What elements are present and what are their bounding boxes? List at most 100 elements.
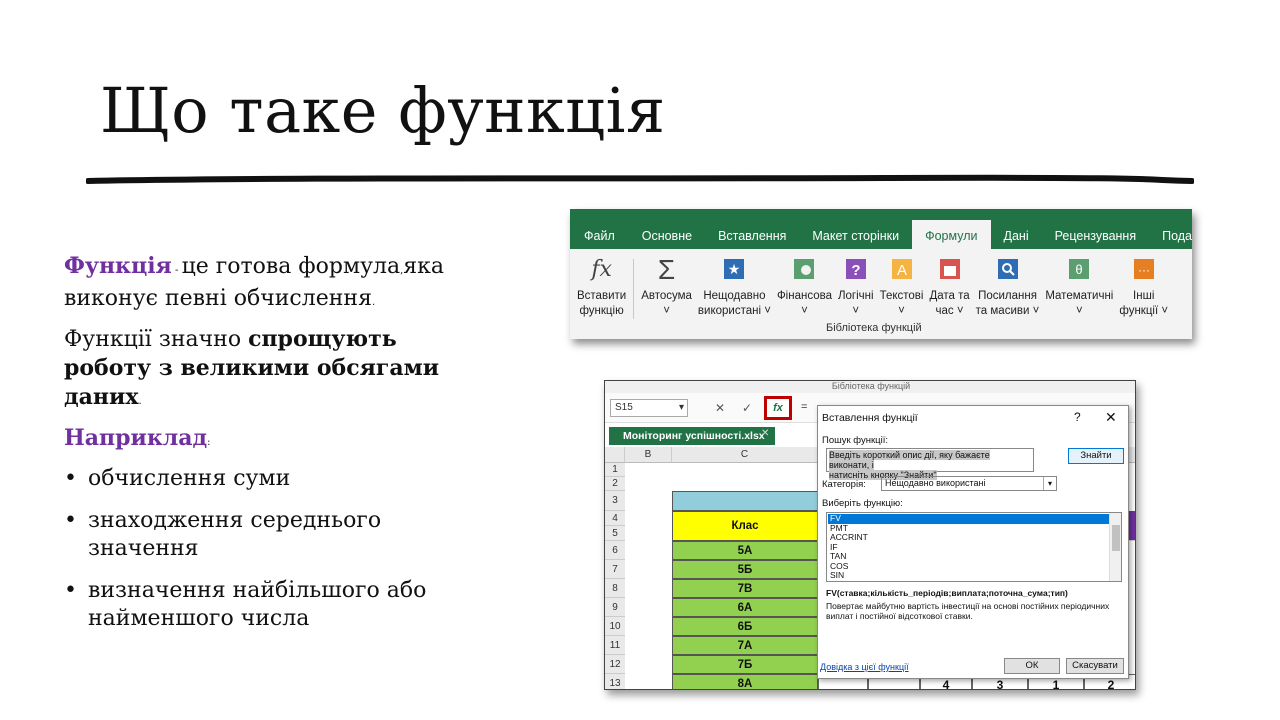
row-header[interactable]: 2 — [605, 477, 625, 491]
find-button[interactable]: Знайти — [1068, 448, 1124, 464]
autosum-icon: Σ — [657, 253, 676, 285]
excel-window: Бібліотека функцій S15 ▾ ✕ ✓ fx = Монітор… — [604, 380, 1136, 690]
scrollbar-thumb[interactable] — [1112, 525, 1120, 551]
list-item: визначення найбільшого або найменшого чи… — [64, 577, 484, 633]
text-icon: A — [890, 255, 914, 283]
category-label: Категорія: — [822, 479, 866, 490]
tab-insert[interactable]: Вставлення — [705, 229, 799, 249]
class-cell[interactable]: 7А — [672, 636, 818, 655]
svg-text:···: ··· — [1138, 263, 1150, 277]
class-cell[interactable]: 6А — [672, 598, 818, 617]
tab-formulas[interactable]: Формули — [912, 220, 991, 249]
slide-title: Що таке функція — [100, 74, 666, 147]
function-list[interactable]: FV PMT ACCRINT IF TAN COS SIN — [826, 512, 1122, 582]
function-description: Повертає майбутню вартість інвестиції на… — [826, 601, 1110, 621]
tab-page-layout[interactable]: Макет сторінки — [799, 229, 912, 249]
enter-entry-icon[interactable]: ✓ — [742, 401, 752, 415]
insert-function-icon[interactable]: fx — [764, 396, 792, 420]
close-icon[interactable]: ✕ — [761, 428, 769, 439]
list-item[interactable]: TAN — [828, 551, 1110, 562]
tab-home[interactable]: Основне — [629, 229, 705, 249]
tab-view[interactable]: Подання — [1149, 229, 1192, 249]
insert-function-button[interactable]: fx Вставити функцію — [574, 255, 629, 339]
name-box[interactable]: S15 ▾ — [610, 399, 688, 417]
math-button[interactable]: θ Математичні ˅ — [1042, 255, 1116, 339]
recent-functions-button[interactable]: ★ Нещодавно використані ˅ — [695, 255, 774, 339]
class-cell[interactable]: 5А — [672, 541, 818, 560]
list-item[interactable]: SIN — [828, 570, 1110, 581]
definition-paragraph: Функція - це готова формула,яка виконує … — [64, 253, 445, 311]
class-header[interactable]: Клас — [672, 511, 818, 541]
column-header[interactable]: C — [672, 447, 818, 463]
row-header[interactable]: 1 — [605, 463, 625, 477]
recent-icon: ★ — [722, 255, 746, 283]
help-link[interactable]: Довідка з цієї функції — [820, 662, 909, 672]
scrollbar[interactable] — [1109, 513, 1121, 581]
ribbon-separator — [633, 259, 635, 319]
close-icon[interactable]: ✕ — [1105, 409, 1117, 426]
more-functions-icon: ··· — [1132, 255, 1156, 283]
function-list-label: Виберіть функцію: — [822, 498, 903, 509]
insert-function-icon: fx — [591, 256, 612, 282]
row-header[interactable]: 4 — [605, 511, 625, 526]
class-cell[interactable]: 8А — [672, 674, 818, 689]
svg-text:θ: θ — [1076, 262, 1083, 277]
simplify-paragraph: Функції значно спрощують роботу з велики… — [64, 326, 440, 410]
dialog-title: Вставлення функції — [822, 412, 918, 424]
row-header[interactable]: 3 — [605, 491, 625, 511]
search-label: Пошук функції: — [822, 435, 888, 446]
datetime-button[interactable]: Дата та час ˅ — [926, 255, 972, 339]
help-icon[interactable]: ? — [1074, 410, 1081, 424]
example-list: обчислення суми знаходження середнього з… — [64, 465, 484, 633]
cancel-button[interactable]: Скасувати — [1066, 658, 1124, 674]
chevron-down-icon[interactable]: ▾ — [1043, 477, 1056, 490]
more-functions-button[interactable]: ··· Інші функції ˅ — [1116, 255, 1171, 339]
group-label: Бібліотека функцій — [826, 322, 922, 334]
row-header-corner — [605, 447, 625, 463]
row-header[interactable]: 8 — [605, 579, 625, 598]
excel-ribbon: Файл Основне Вставлення Макет сторінки Ф… — [570, 209, 1192, 339]
list-item[interactable]: ACCRINT — [828, 532, 1110, 543]
svg-text:★: ★ — [728, 261, 741, 277]
category-select[interactable]: Нещодавно використані ▾ — [881, 476, 1057, 491]
list-item: обчислення суми — [64, 465, 484, 493]
row-header[interactable]: 10 — [605, 617, 625, 636]
tab-review[interactable]: Рецензування — [1042, 229, 1149, 249]
math-icon: θ — [1067, 255, 1091, 283]
row-header[interactable]: 12 — [605, 655, 625, 674]
list-item[interactable]: COS — [828, 561, 1110, 572]
row-header[interactable]: 5 — [605, 526, 625, 541]
search-input[interactable]: Введіть короткий опис дії, яку бажаєте в… — [826, 448, 1034, 480]
row-header[interactable]: 7 — [605, 560, 625, 579]
class-cell[interactable]: 6Б — [672, 617, 818, 636]
tab-file[interactable]: Файл — [570, 229, 629, 249]
chevron-down-icon: ▾ — [678, 402, 684, 413]
row-header[interactable]: 11 — [605, 636, 625, 655]
list-item: знаходження середнього значення — [64, 507, 484, 563]
lookup-button[interactable]: Посилання та масиви ˅ — [973, 255, 1043, 339]
list-item[interactable]: FV — [828, 513, 1110, 524]
header-cell-blue[interactable] — [672, 491, 818, 511]
row-header[interactable]: 13 — [605, 674, 625, 689]
title-underline — [86, 174, 1194, 184]
svg-text:?: ? — [851, 262, 860, 279]
row-header[interactable]: 9 — [605, 598, 625, 617]
class-cell[interactable]: 5Б — [672, 560, 818, 579]
cancel-entry-icon[interactable]: ✕ — [715, 401, 725, 415]
logical-icon: ? — [844, 255, 868, 283]
ribbon-tabs: Файл Основне Вставлення Макет сторінки Ф… — [570, 209, 1192, 249]
autosum-button[interactable]: Σ Автосума ˅ — [638, 255, 695, 339]
formula-text: = — [801, 401, 808, 413]
class-cell[interactable]: 7Б — [672, 655, 818, 674]
class-cell[interactable]: 7В — [672, 579, 818, 598]
svg-text:A: A — [897, 262, 907, 279]
row-header[interactable]: 6 — [605, 541, 625, 560]
workbook-tab[interactable]: Моніторинг успішності.xlsx — [609, 427, 775, 445]
column-header[interactable]: B — [625, 447, 672, 463]
term-function: Функція — [64, 253, 172, 279]
datetime-icon — [938, 255, 962, 283]
list-item[interactable]: PMT — [828, 523, 1110, 534]
list-item[interactable]: IF — [828, 542, 1110, 553]
ok-button[interactable]: ОК — [1004, 658, 1060, 674]
tab-data[interactable]: Дані — [991, 229, 1042, 249]
